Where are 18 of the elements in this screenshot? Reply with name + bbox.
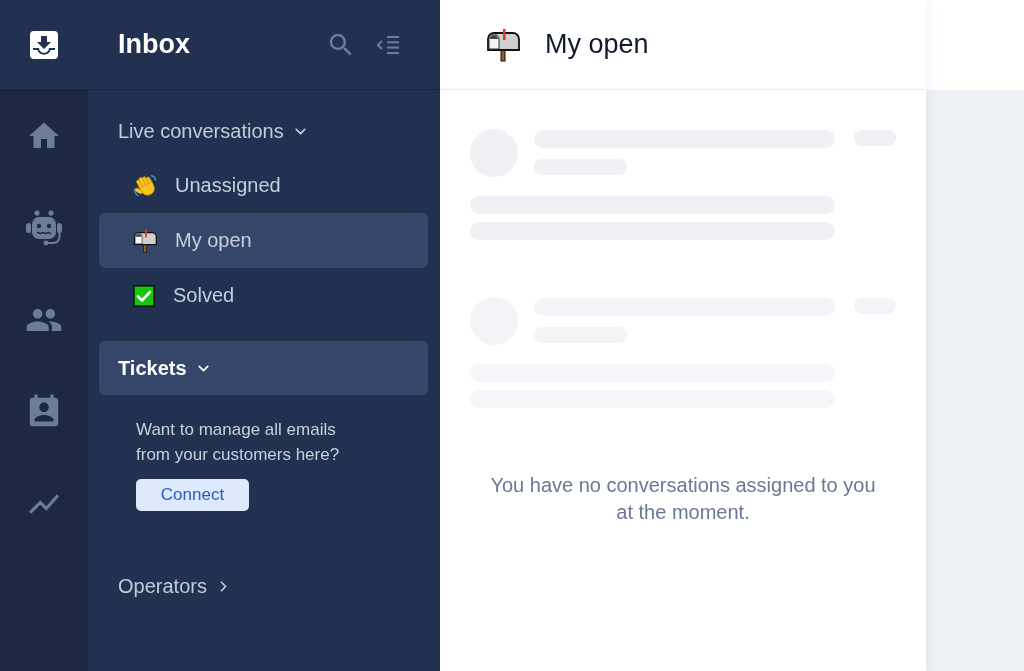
mailbox-icon (486, 27, 520, 62)
collapse-sidebar-icon[interactable] (376, 34, 400, 55)
section-toggle[interactable]: Tickets (99, 341, 428, 395)
bot-icon[interactable] (25, 209, 63, 247)
sidebar-title: Inbox (118, 29, 191, 60)
sidebar-item[interactable]: My open (99, 213, 428, 268)
empty-state-message: You have no conversations assigned to you at the moment. (489, 473, 877, 525)
inbox-icon[interactable] (30, 30, 58, 59)
tickets-prompt: Want to manage all emails from your customers here? (136, 419, 341, 466)
section-toggle[interactable]: Live conversations (118, 117, 309, 145)
section-toggle[interactable]: Operators (118, 572, 232, 600)
connect-button[interactable]: Connect (136, 479, 249, 511)
mailbox-icon (133, 228, 157, 253)
checkmark-icon (133, 284, 155, 307)
page-title: My open (545, 29, 649, 60)
waving-hand-icon (133, 173, 157, 198)
sidebar-item[interactable]: Solved (133, 282, 235, 309)
sidebar-item[interactable]: Unassigned (133, 171, 281, 200)
